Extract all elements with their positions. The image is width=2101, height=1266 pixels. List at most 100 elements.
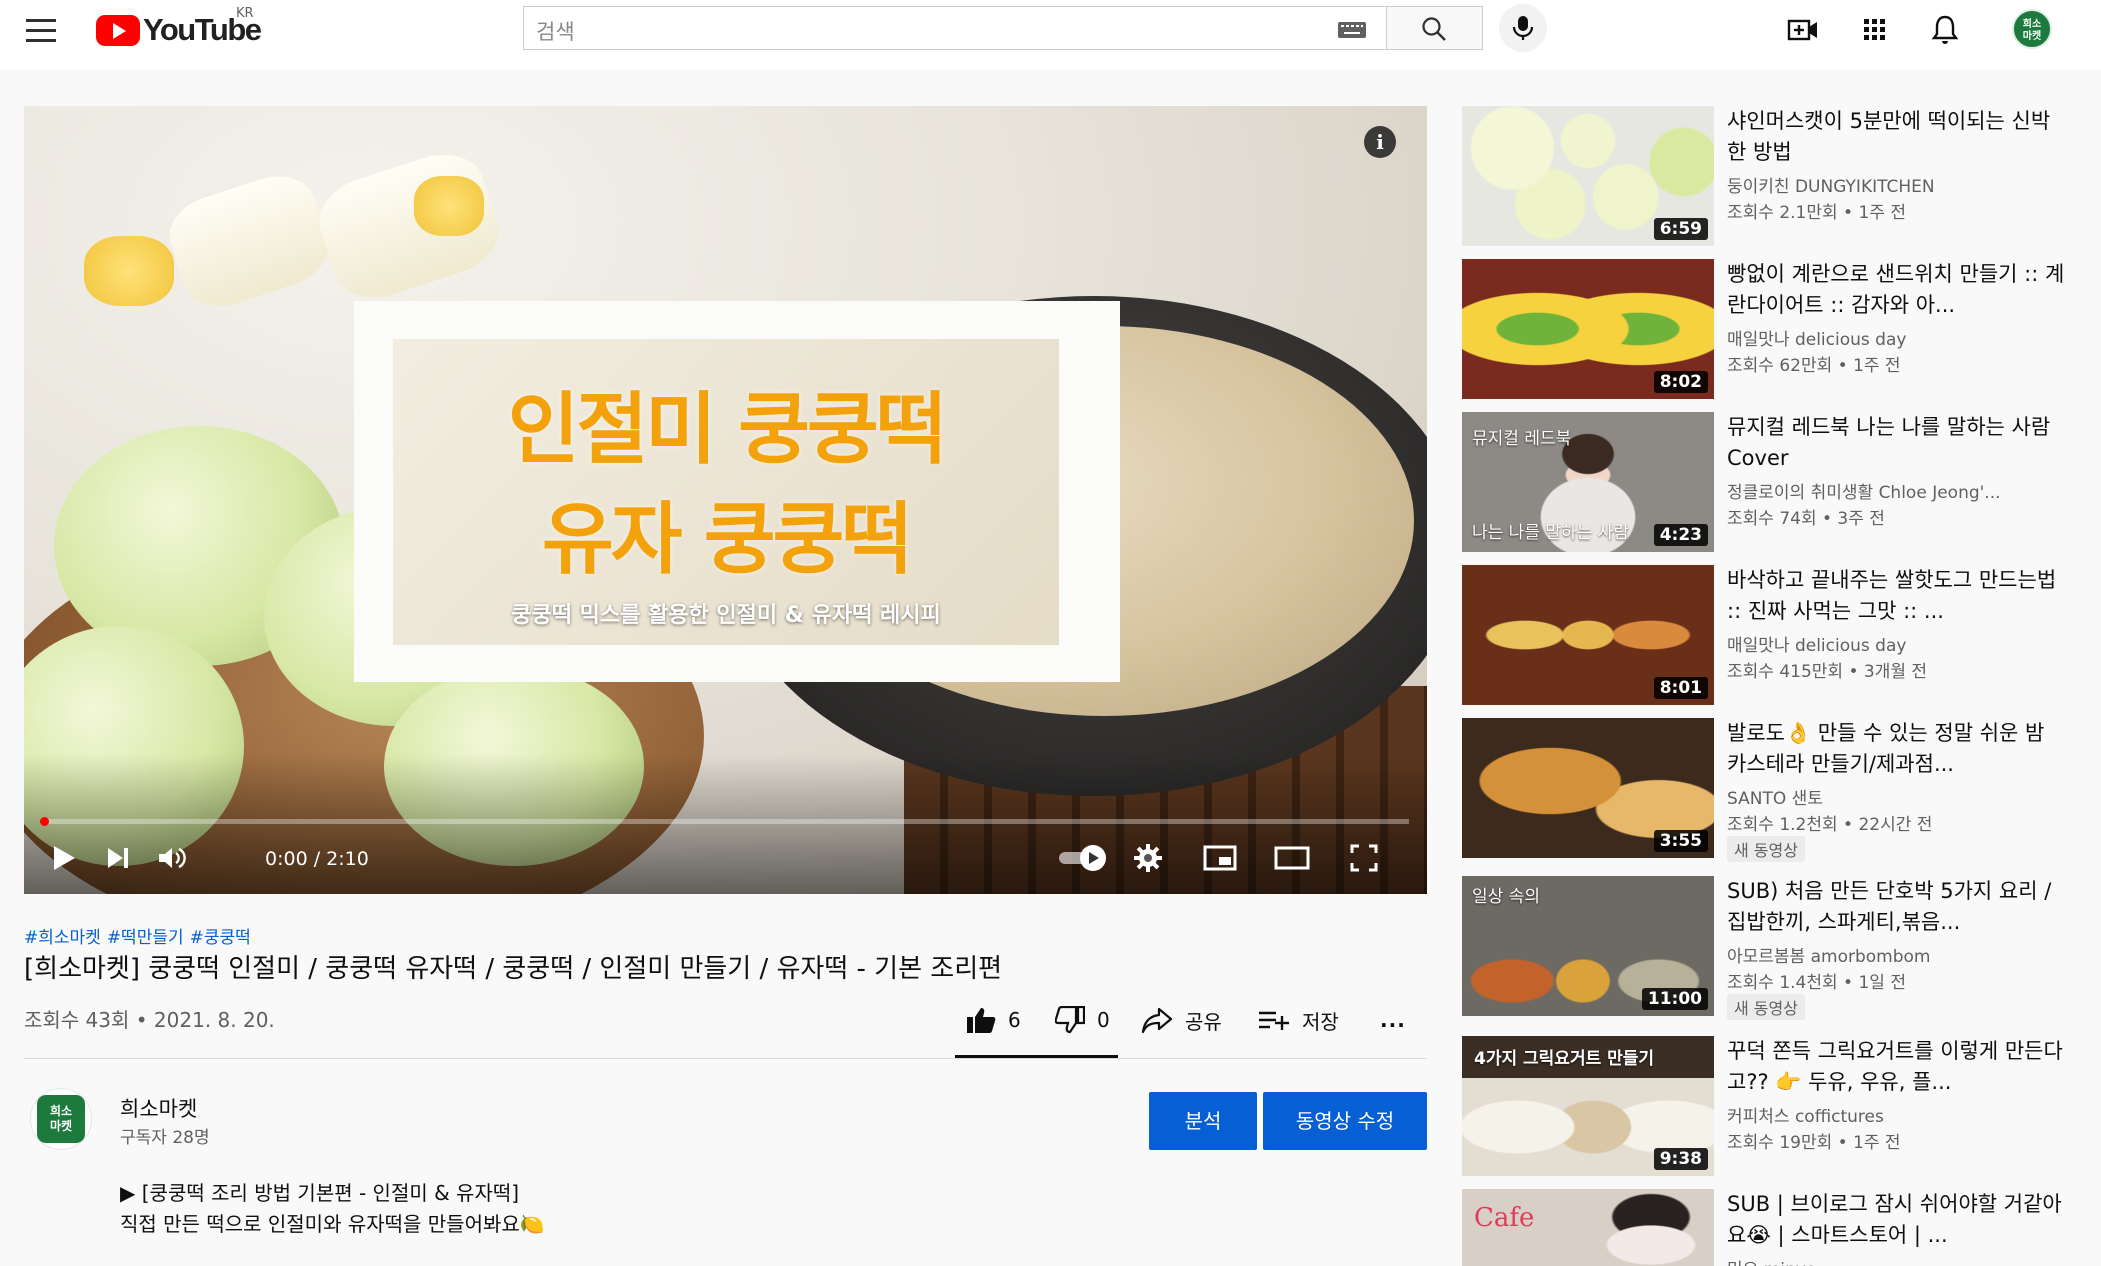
masthead: YouTube KR 검색 희소 마켓: [0, 0, 2101, 70]
channel-name[interactable]: 커피처스 coffictures: [1727, 1102, 2067, 1127]
video-title[interactable]: SUB | 브이로그 잠시 쉬어야할 거같아요😭 | 스마트스토어 | ...: [1727, 1189, 2067, 1251]
more-actions-button[interactable]: ...: [1380, 1000, 1406, 1040]
volume-button[interactable]: [148, 834, 196, 882]
recommendation-item[interactable]: 8:02 빵없이 계란으로 샌드위치 만들기 :: 계란다이어트 :: 감자와 …: [1462, 259, 2077, 399]
video-thumbnail[interactable]: 일상 속의 11:00: [1462, 876, 1714, 1016]
video-title[interactable]: 뮤지컬 레드북 나는 나를 말하는 사람 Cover: [1727, 412, 2067, 474]
recommendation-item[interactable]: Cafe SUB | 브이로그 잠시 쉬어야할 거같아요😭 | 스마트스토어 |…: [1462, 1189, 2077, 1266]
hamburger-icon[interactable]: [26, 14, 58, 46]
thumbs-down-icon: [1055, 1006, 1085, 1034]
video-thumbnail[interactable]: 8:02: [1462, 259, 1714, 399]
video-thumbnail[interactable]: 6:59: [1462, 106, 1714, 246]
channel-avatar[interactable]: 희소 마켓: [30, 1088, 92, 1150]
video-meta: 조회수 1.2천회 • 22시간 전: [1727, 815, 1933, 835]
recommendation-item[interactable]: 3:55 발로도👌 만들 수 있는 정말 쉬운 밤 카스테라 만들기/제과점..…: [1462, 718, 2077, 862]
settings-button[interactable]: [1124, 834, 1172, 882]
save-button[interactable]: 저장: [1258, 1000, 1339, 1040]
title-card: 인절미 쿵쿵떡 유자 쿵쿵떡 쿵쿵떡 믹스를 활용한 인절미 & 유자떡 레시피: [354, 301, 1120, 682]
description-line: 직접 만든 떡으로 인절미와 유자떡을 만들어봐요🍋: [120, 1212, 545, 1236]
video-title[interactable]: 꾸덕 쫀득 그릭요거트를 이렇게 만든다고?? 👉 두유, 우유, 플...: [1727, 1036, 2067, 1098]
current-time: 0:00: [265, 848, 308, 870]
hashtag-link[interactable]: #쿵쿵떡: [190, 928, 251, 948]
channel-name[interactable]: SANTO 샌토: [1727, 784, 2067, 809]
thumbnail-caption: 4가지 그릭요거트 만들기: [1474, 1049, 1655, 1069]
recommendation-item[interactable]: 6:59 샤인머스캣이 5분만에 떡이되는 신박한 방법 둥이키친 DUNGYI…: [1462, 106, 2077, 246]
channel-name[interactable]: 희소마켓: [120, 1093, 197, 1123]
video-meta: 조회수 19만회 • 1주 전: [1727, 1133, 1901, 1153]
region-label: KR: [236, 6, 254, 21]
progress-scrubber[interactable]: [40, 817, 49, 826]
channel-name[interactable]: 매일맛나 delicious day: [1727, 325, 2067, 350]
autoplay-toggle[interactable]: [1054, 834, 1114, 882]
video-title[interactable]: 샤인머스캣이 5분만에 떡이되는 신박한 방법: [1727, 106, 2067, 168]
channel-name[interactable]: 아모르봄봄 amorbombom: [1727, 942, 2067, 967]
search-icon: [1422, 17, 1446, 41]
recommendation-item[interactable]: 4가지 그릭요거트 만들기 9:38 꾸덕 쫀득 그릭요거트를 이렇게 만든다고…: [1462, 1036, 2077, 1176]
video-duration: 6:59: [1653, 218, 1708, 240]
new-video-badge: 새 동영상: [1727, 836, 1805, 862]
channel-name[interactable]: 정클로이의 취미생활 Chloe Jeong'...: [1727, 478, 2067, 503]
more-icon: ...: [1380, 1008, 1406, 1032]
channel-name[interactable]: 민요 minyo: [1727, 1255, 2067, 1266]
video-title[interactable]: 빵없이 계란으로 샌드위치 만들기 :: 계란다이어트 :: 감자와 아...: [1727, 259, 2067, 321]
duration: 2:10: [326, 848, 369, 870]
edit-video-button[interactable]: 동영상 수정: [1263, 1092, 1427, 1150]
title-card-subtitle: 쿵쿵떡 믹스를 활용한 인절미 & 유자떡 레시피: [511, 603, 941, 628]
dislike-count: 0: [1097, 1008, 1110, 1032]
recommendation-item[interactable]: 뮤지컬 레드북 나는 나를 말하는 사람 4:23 뮤지컬 레드북 나는 나를 …: [1462, 412, 2077, 552]
dislike-button[interactable]: 0: [1055, 1000, 1110, 1040]
hashtag-link[interactable]: #희소마켓: [24, 928, 101, 948]
next-button[interactable]: [94, 834, 142, 882]
video-thumbnail[interactable]: 8:01: [1462, 565, 1714, 705]
info-icon[interactable]: i: [1364, 126, 1396, 158]
play-button[interactable]: [40, 834, 88, 882]
save-label: 저장: [1302, 1009, 1339, 1034]
save-playlist-icon: [1259, 1011, 1289, 1030]
account-avatar[interactable]: 희소 마켓: [2012, 9, 2052, 49]
search-button[interactable]: [1387, 6, 1483, 50]
channel-avatar-logo: 희소 마켓: [37, 1095, 85, 1143]
search-input[interactable]: 검색: [523, 6, 1387, 50]
video-title[interactable]: 발로도👌 만들 수 있는 정말 쉬운 밤 카스테라 만들기/제과점...: [1727, 718, 2067, 780]
autoplay-toggle-icon: [1059, 845, 1106, 871]
apps-grid-icon[interactable]: [1857, 12, 1893, 48]
recommendation-item[interactable]: 일상 속의 11:00 SUB) 처음 만든 단호박 5가지 요리 / 집밥한끼…: [1462, 876, 2077, 1020]
yuja-piece: [84, 236, 174, 306]
mic-icon: [1512, 16, 1534, 40]
share-icon: [1141, 1007, 1173, 1034]
keyboard-icon[interactable]: [1338, 22, 1366, 38]
channel-avatar-text: 희소 마켓: [49, 1104, 73, 1133]
miniplayer-button[interactable]: [1196, 834, 1244, 882]
new-video-badge: 새 동영상: [1727, 994, 1805, 1020]
video-duration: 11:00: [1641, 988, 1708, 1010]
like-button[interactable]: 6: [966, 1000, 1021, 1040]
video-thumbnail[interactable]: 뮤지컬 레드북 나는 나를 말하는 사람 4:23: [1462, 412, 1714, 552]
youtube-logo-icon: [96, 14, 140, 46]
share-button[interactable]: 공유: [1141, 1000, 1222, 1040]
next-icon: [108, 848, 128, 868]
create-video-icon[interactable]: [1785, 12, 1821, 48]
video-thumbnail[interactable]: 3:55: [1462, 718, 1714, 858]
progress-bar[interactable]: [42, 819, 1409, 824]
video-title[interactable]: 바삭하고 끝내주는 쌀핫도그 만드는법 :: 진짜 사먹는 그맛 :: ...: [1727, 565, 2067, 627]
video-thumbnail[interactable]: 4가지 그릭요거트 만들기 9:38: [1462, 1036, 1714, 1176]
fullscreen-icon: [1350, 844, 1378, 872]
recommendation-item[interactable]: 8:01 바삭하고 끝내주는 쌀핫도그 만드는법 :: 진짜 사먹는 그맛 ::…: [1462, 565, 2077, 705]
bell-icon[interactable]: [1927, 12, 1963, 48]
analytics-button[interactable]: 분석: [1149, 1092, 1257, 1150]
video-title[interactable]: SUB) 처음 만든 단호박 5가지 요리 / 집밥한끼, 스파게티,볶음...: [1727, 876, 2067, 938]
hashtag-link[interactable]: #떡만들기: [107, 928, 184, 948]
video-meta: 조회수 2.1만회 • 1주 전: [1727, 203, 1906, 223]
fullscreen-button[interactable]: [1340, 834, 1388, 882]
theater-mode-button[interactable]: [1268, 834, 1316, 882]
channel-name[interactable]: 둥이키친 DUNGYIKITCHEN: [1727, 172, 2067, 197]
voice-search-button[interactable]: [1499, 4, 1547, 52]
like-count: 6: [1008, 1008, 1021, 1032]
video-player[interactable]: 인절미 쿵쿵떡 유자 쿵쿵떡 쿵쿵떡 믹스를 활용한 인절미 & 유자떡 레시피…: [24, 106, 1427, 894]
video-duration: 8:02: [1653, 371, 1708, 393]
title-card-line1: 인절미 쿵쿵떡: [507, 385, 948, 475]
divider: [24, 1058, 1427, 1059]
video-thumbnail[interactable]: Cafe: [1462, 1189, 1714, 1266]
channel-name[interactable]: 매일맛나 delicious day: [1727, 631, 2067, 656]
play-icon: [54, 846, 75, 870]
